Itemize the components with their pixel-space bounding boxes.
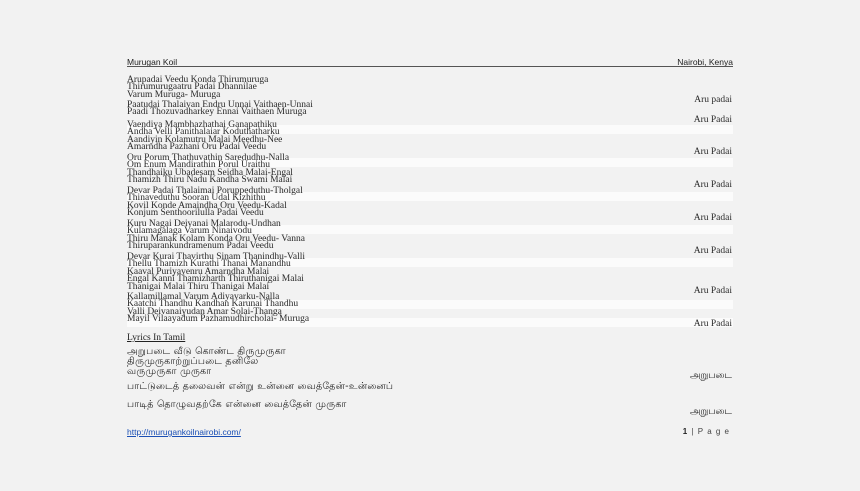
verse-refrain: Aru padai xyxy=(694,95,732,105)
verse-line: Konjum Senthoorilulla Padai Veedu xyxy=(127,208,264,219)
verse-line: Thanigai Malai Thiru Thanigai Malai xyxy=(127,281,270,292)
tamil-line: வருமுருகா முருகா xyxy=(127,366,212,377)
tamil-line: பாட்டுடைத் தலைவன் என்று உன்னை வைத்தேன்-உ… xyxy=(127,381,394,392)
tamil-refrain: அறுபடை xyxy=(689,406,732,417)
verse-refrain: Aru Padai xyxy=(693,115,732,125)
verse-line: Mayil Vilaayadum Pazhamudhircholai- Muru… xyxy=(127,314,310,325)
tamil-line: பாடித் தொழுவதற்கே என்னை வைத்தேன் முருகா xyxy=(127,399,347,410)
verse-refrain: Aru Padai xyxy=(693,246,732,256)
footer-page-number: 1 | P a g e xyxy=(683,427,730,436)
verse-refrain: Aru Padai xyxy=(693,286,732,296)
verse-line: Thiruparankundramenum Padai Veedu xyxy=(127,241,274,252)
tamil-heading: Lyrics In Tamil xyxy=(127,333,186,343)
page-number: 1 xyxy=(682,427,689,436)
verse-line: Paadi Thozuvadharkey Ennai Vaithaen Muru… xyxy=(127,107,307,118)
verse-refrain: Aru Padai xyxy=(693,213,732,223)
verse-refrain: Aru Padai xyxy=(693,147,732,157)
page-label: | P a g e xyxy=(691,427,730,436)
verse-line: Thamizh Thiru Nadu Kandha Swami Malai xyxy=(127,175,293,186)
verse-line: Amarndha Pazhani Oru Padai Veedu xyxy=(127,142,267,153)
footer-link[interactable]: http://murugankoilnairobi.com/ xyxy=(127,427,241,437)
tamil-refrain: அறுபடை xyxy=(689,370,732,381)
header-rule xyxy=(127,66,733,67)
document-page: Murugan Koil Nairobi, Kenya Arupadai Vee… xyxy=(0,0,860,491)
verse-refrain: Aru Padai xyxy=(693,180,732,190)
verse-line: Varum Muruga- Muruga xyxy=(127,89,221,100)
verse-refrain: Aru Padai xyxy=(693,319,732,329)
